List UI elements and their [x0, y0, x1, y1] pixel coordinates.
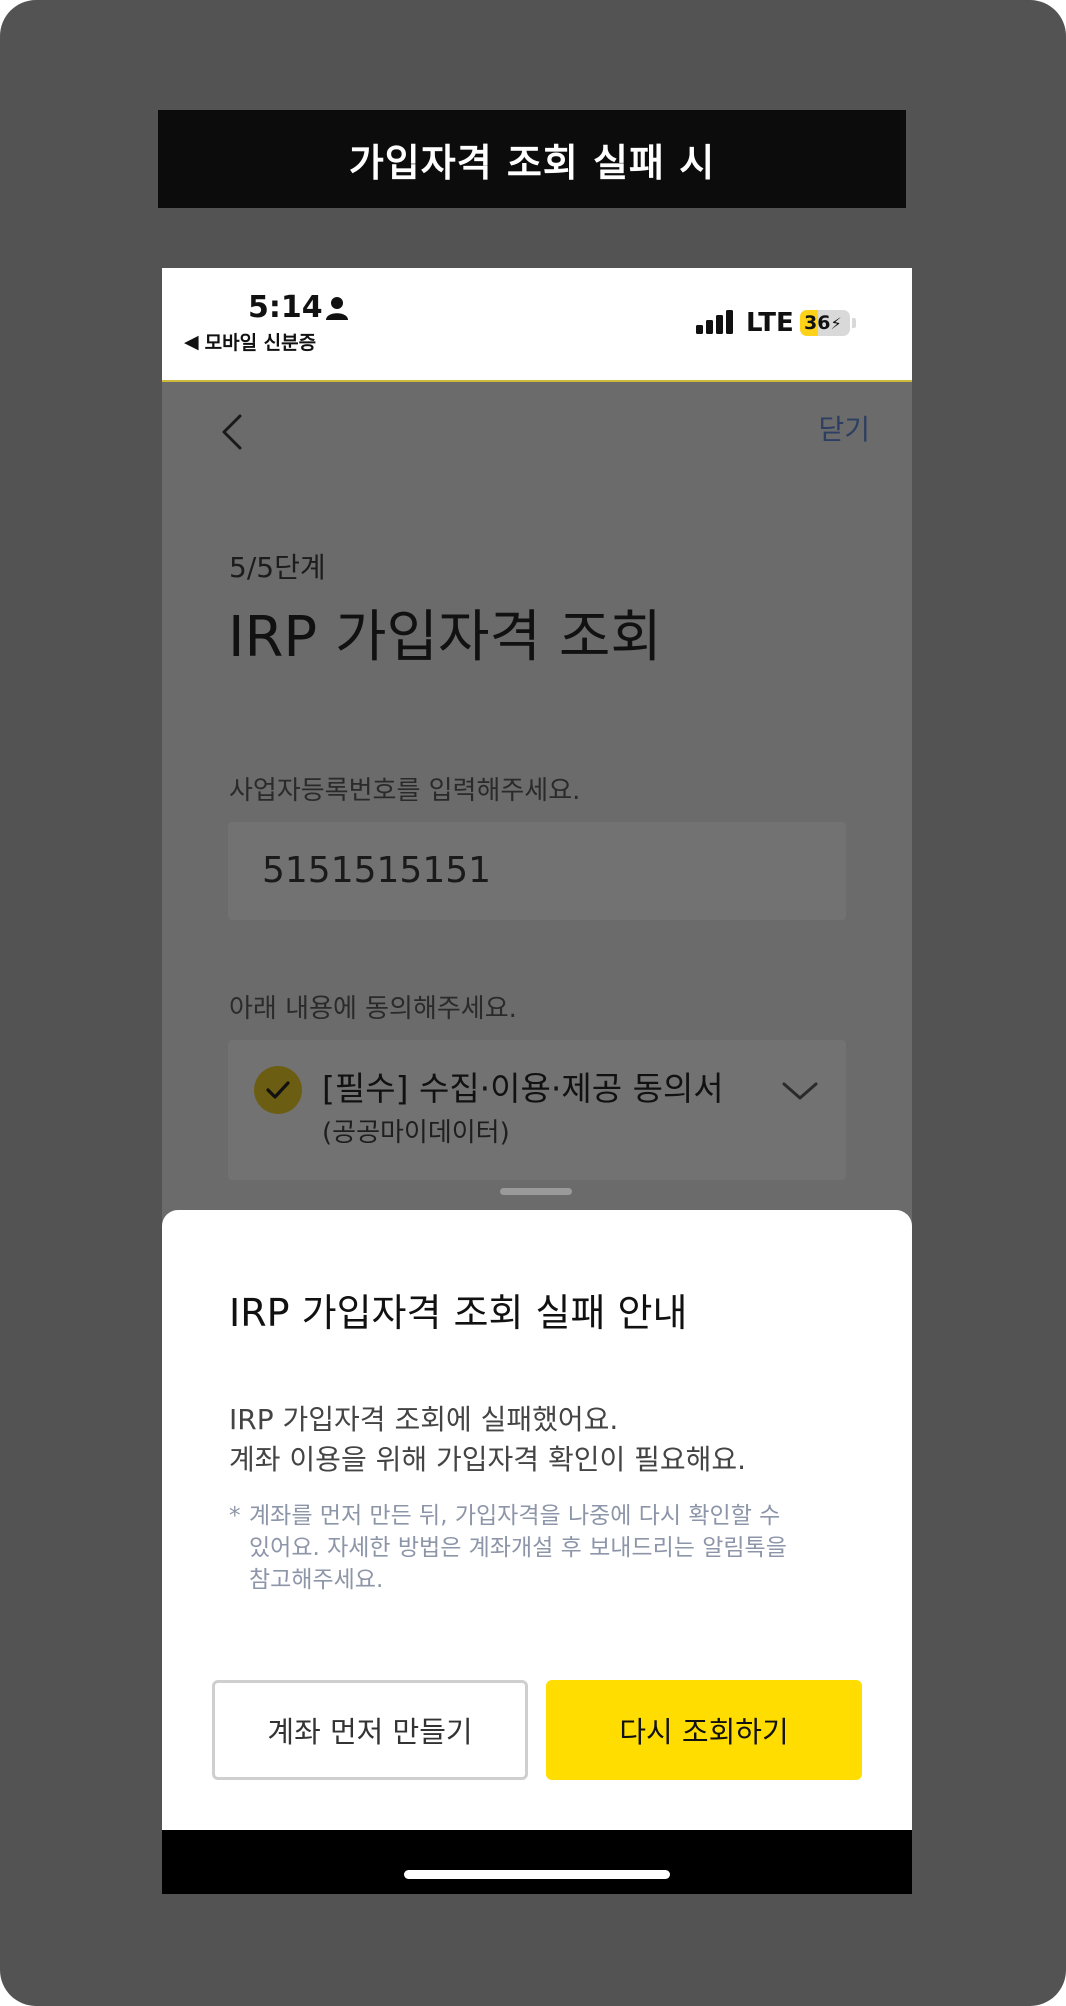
create-account-first-button[interactable]: 계좌 먼저 만들기	[212, 1680, 528, 1780]
consent-item-title: [필수] 수집·이용·제공 동의서	[322, 1069, 724, 1108]
caption-banner: 가입자격 조회 실패 시	[158, 110, 906, 208]
phone-screen: 5:14 ◀ 모바일 신분증 LTE 36⚡ 닫기 5/5단계 IRP 가입자격…	[162, 268, 912, 1894]
step-indicator: 5/5단계	[229, 551, 326, 584]
screenshot-frame: 가입자격 조회 실패 시 5:14 ◀ 모바일 신분증 LTE 36⚡ 닫기 5…	[0, 0, 1066, 2006]
business-number-value: 5151515151	[262, 850, 492, 891]
consent-label: 아래 내용에 동의해주세요.	[229, 994, 517, 1024]
back-arrow-icon[interactable]	[218, 410, 246, 454]
caption-banner-title: 가입자격 조회 실패 시	[348, 140, 716, 185]
sheet-drag-handle[interactable]	[500, 1188, 572, 1195]
network-type: LTE	[746, 308, 794, 338]
cellular-signal-icon	[696, 310, 733, 334]
back-app-label: 모바일 신분증	[204, 332, 317, 354]
note-text: 계좌를 먼저 만든 뒤, 가입자격을 나중에 다시 확인할 수 있어요. 자세한…	[249, 1503, 787, 1593]
sheet-title: IRP 가입자격 조회 실패 안내	[229, 1291, 688, 1335]
checked-circle-icon[interactable]	[254, 1066, 302, 1114]
back-triangle-icon: ◀	[184, 330, 199, 353]
close-link[interactable]: 닫기	[818, 408, 870, 448]
checkmark-icon	[266, 1081, 290, 1099]
sheet-message-line-2: 계좌 이용을 위해 가입자격 확인이 필요해요.	[229, 1443, 747, 1476]
sheet-note: * 계좌를 먼저 만든 뒤, 가입자격을 나중에 다시 확인할 수 있어요. 자…	[229, 1500, 789, 1596]
battery-percent: 36⚡	[804, 312, 842, 334]
chevron-down-icon[interactable]	[780, 1078, 820, 1104]
back-to-app-link[interactable]: ◀ 모바일 신분증	[184, 328, 316, 355]
note-asterisk: *	[229, 1503, 241, 1529]
retry-lookup-button[interactable]: 다시 조회하기	[546, 1680, 862, 1780]
home-bar-area	[162, 1830, 912, 1894]
business-number-input[interactable]: 5151515151	[228, 822, 846, 920]
battery-icon: 36⚡	[800, 310, 850, 336]
sheet-message-line-1: IRP 가입자격 조회에 실패했어요.	[229, 1403, 619, 1436]
failure-bottom-sheet: IRP 가입자격 조회 실패 안내 IRP 가입자격 조회에 실패했어요. 계좌…	[162, 1210, 912, 1830]
consent-item-subtitle: (공공마이데이터)	[322, 1118, 510, 1148]
status-bar: 5:14 ◀ 모바일 신분증 LTE 36⚡	[162, 268, 912, 382]
page-title: IRP 가입자격 조회	[228, 605, 662, 670]
status-time: 5:14	[248, 290, 323, 325]
business-number-label: 사업자등록번호를 입력해주세요.	[229, 776, 581, 806]
home-indicator[interactable]	[404, 1870, 670, 1879]
person-icon	[326, 297, 348, 320]
battery-tip	[852, 318, 856, 328]
consent-item[interactable]: [필수] 수집·이용·제공 동의서 (공공마이데이터)	[228, 1040, 846, 1180]
